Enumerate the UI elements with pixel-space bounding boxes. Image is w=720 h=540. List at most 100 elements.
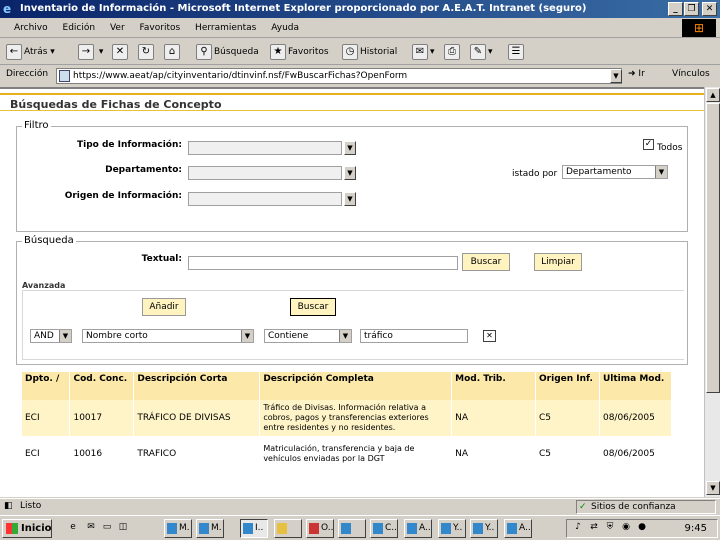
- scroll-up-arrow-icon[interactable]: ▲: [706, 88, 720, 102]
- scroll-down-arrow-icon[interactable]: ▼: [706, 481, 720, 495]
- address-input[interactable]: https://www.aeat/ap/cityinventario/dtinv…: [56, 68, 622, 84]
- operator-value: AND: [34, 331, 54, 341]
- home-button[interactable]: ⌂: [164, 43, 182, 61]
- task-button-2[interactable]: M.: [196, 519, 224, 538]
- col-mod-trib[interactable]: Mod. Trib.: [451, 372, 537, 400]
- speaker-icon[interactable]: ♪: [571, 522, 585, 536]
- task-button-5[interactable]: O..: [306, 519, 334, 538]
- window-titlebar[interactable]: e Inventario de Información - Microsoft …: [0, 0, 720, 18]
- col-dpto[interactable]: Dpto. /: [22, 372, 71, 400]
- task-button-10[interactable]: Y..: [470, 519, 498, 538]
- refresh-button[interactable]: ↻: [138, 43, 156, 61]
- task-icon: [199, 523, 209, 534]
- minimize-button[interactable]: _: [668, 2, 683, 16]
- buscar-button[interactable]: Buscar: [462, 253, 510, 271]
- scroll-thumb[interactable]: [706, 103, 720, 393]
- history-button[interactable]: ◷ Historial: [342, 43, 397, 61]
- textual-input[interactable]: [188, 256, 458, 270]
- taskbar: Inicio e ✉ ▭ ◫ M. M. I.. O.. C.. A.. Y..…: [0, 515, 720, 540]
- links-button[interactable]: Vínculos: [672, 69, 710, 79]
- stop-button[interactable]: ✕: [112, 43, 130, 61]
- tipo-informacion-select[interactable]: [188, 141, 342, 155]
- col-ultima-mod[interactable]: Ultima Mod.: [599, 372, 673, 400]
- task-button-4[interactable]: [274, 519, 302, 538]
- quicklaunch-outlook-icon[interactable]: ✉: [84, 522, 98, 536]
- print-button[interactable]: ⎙: [444, 43, 462, 61]
- menu-bar: Archivo Edición Ver Favoritos Herramient…: [0, 18, 720, 38]
- field-select[interactable]: Nombre corto ▼: [82, 329, 254, 343]
- col-descripcion-corta[interactable]: Descripción Corta: [133, 372, 261, 400]
- edit-icon: ✎: [470, 43, 486, 60]
- task-icon: [473, 523, 483, 534]
- anadir-button[interactable]: Añadir: [142, 298, 186, 316]
- term-input[interactable]: tráfico: [360, 329, 468, 343]
- task-button-9[interactable]: Y..: [438, 519, 466, 538]
- listado-por-select[interactable]: Departamento ▼: [562, 165, 668, 179]
- table-row[interactable]: ECI 10016 TRAFICO Matriculación, transfe…: [22, 436, 673, 472]
- network-icon[interactable]: ⇄: [587, 522, 601, 536]
- textual-label: Textual:: [141, 254, 182, 264]
- task-button-11[interactable]: A..: [504, 519, 532, 538]
- forward-button[interactable]: → ▾: [78, 43, 103, 61]
- quicklaunch-app-icon[interactable]: ◫: [116, 522, 130, 536]
- security-shield-icon[interactable]: ⛨: [603, 522, 617, 536]
- departamento-dropdown-arrow-icon[interactable]: ▼: [344, 166, 356, 180]
- close-button[interactable]: ✕: [702, 2, 717, 16]
- discuss-button[interactable]: ☰: [508, 43, 526, 61]
- menu-ayuda[interactable]: Ayuda: [265, 18, 305, 38]
- task-icon: [309, 523, 319, 534]
- back-button[interactable]: ← Atrás ▾: [6, 43, 55, 61]
- origen-informacion-select[interactable]: [188, 192, 342, 206]
- col-descripcion-completa[interactable]: Descripción Completa: [259, 372, 453, 400]
- field-value: Nombre corto: [86, 331, 148, 341]
- filter-legend: Filtro: [22, 120, 51, 131]
- table-row[interactable]: ECI 10017 TRÁFICO DE DIVISAS Tráfico de …: [22, 400, 673, 436]
- tray-app-icon[interactable]: ●: [635, 522, 649, 536]
- limpiar-button[interactable]: Limpiar: [534, 253, 582, 271]
- security-zone: ✓ Sitios de confianza: [576, 500, 716, 514]
- menu-ver[interactable]: Ver: [104, 18, 131, 38]
- origen-dropdown-arrow-icon[interactable]: ▼: [344, 192, 356, 206]
- cell-desc-corta-link[interactable]: TRAFICO: [133, 436, 261, 472]
- listado-por-label: istado por: [512, 169, 558, 179]
- remove-condition-icon[interactable]: ✕: [483, 330, 496, 342]
- quicklaunch-desktop-icon[interactable]: ▭: [100, 522, 114, 536]
- task-button-6[interactable]: [338, 519, 366, 538]
- departamento-select[interactable]: [188, 166, 342, 180]
- task-button-1[interactable]: M.: [164, 519, 192, 538]
- cell-desc-corta-link[interactable]: TRÁFICO DE DIVISAS: [133, 400, 261, 436]
- task-button-ie[interactable]: I..: [240, 519, 268, 538]
- mail-button[interactable]: ✉ ▾: [412, 43, 435, 61]
- go-button[interactable]: ➜ Ir: [628, 69, 645, 79]
- search-legend: Búsqueda: [22, 235, 76, 246]
- tipo-dropdown-arrow-icon[interactable]: ▼: [344, 141, 356, 155]
- col-cod-conc[interactable]: Cod. Conc.: [69, 372, 135, 400]
- favorites-button[interactable]: ★ Favoritos: [270, 43, 329, 61]
- menu-favoritos[interactable]: Favoritos: [134, 18, 187, 38]
- maximize-button[interactable]: ❐: [684, 2, 699, 16]
- task-icon: [243, 523, 253, 534]
- advanced-search-panel: [22, 290, 684, 360]
- browser-toolbar: ← Atrás ▾ → ▾ ✕ ↻ ⌂ ⚲ Búsqueda ★ Favoritos …: [0, 39, 720, 65]
- task-button-8[interactable]: A..: [404, 519, 432, 538]
- todos-checkbox[interactable]: ✓: [643, 139, 654, 150]
- operator-select[interactable]: AND ▼: [30, 329, 72, 343]
- task-button-7[interactable]: C..: [370, 519, 398, 538]
- results-header-row: Dpto. / Cod. Conc. Descripción Corta Des…: [22, 372, 673, 400]
- menu-edicion[interactable]: Edición: [57, 18, 102, 38]
- menu-herramientas[interactable]: Herramientas: [189, 18, 262, 38]
- quicklaunch-ie-icon[interactable]: e: [66, 522, 80, 536]
- col-origen-inf[interactable]: Origen Inf.: [535, 372, 600, 400]
- buscar-advanced-button[interactable]: Buscar: [290, 298, 336, 316]
- address-dropdown-arrow-icon[interactable]: ▼: [610, 69, 622, 83]
- advanced-search-label: Avanzada: [22, 281, 66, 290]
- mail-icon: ✉: [412, 43, 428, 60]
- antivirus-icon[interactable]: ◉: [619, 522, 633, 536]
- vertical-scrollbar[interactable]: ▲ ▼: [704, 87, 720, 497]
- menu-archivo[interactable]: Archivo: [8, 18, 54, 38]
- start-button[interactable]: Inicio: [2, 519, 52, 538]
- stop-icon: ✕: [112, 43, 128, 60]
- edit-button[interactable]: ✎ ▾: [470, 43, 493, 61]
- search-button[interactable]: ⚲ Búsqueda: [196, 43, 259, 61]
- condition-select[interactable]: Contiene ▼: [264, 329, 352, 343]
